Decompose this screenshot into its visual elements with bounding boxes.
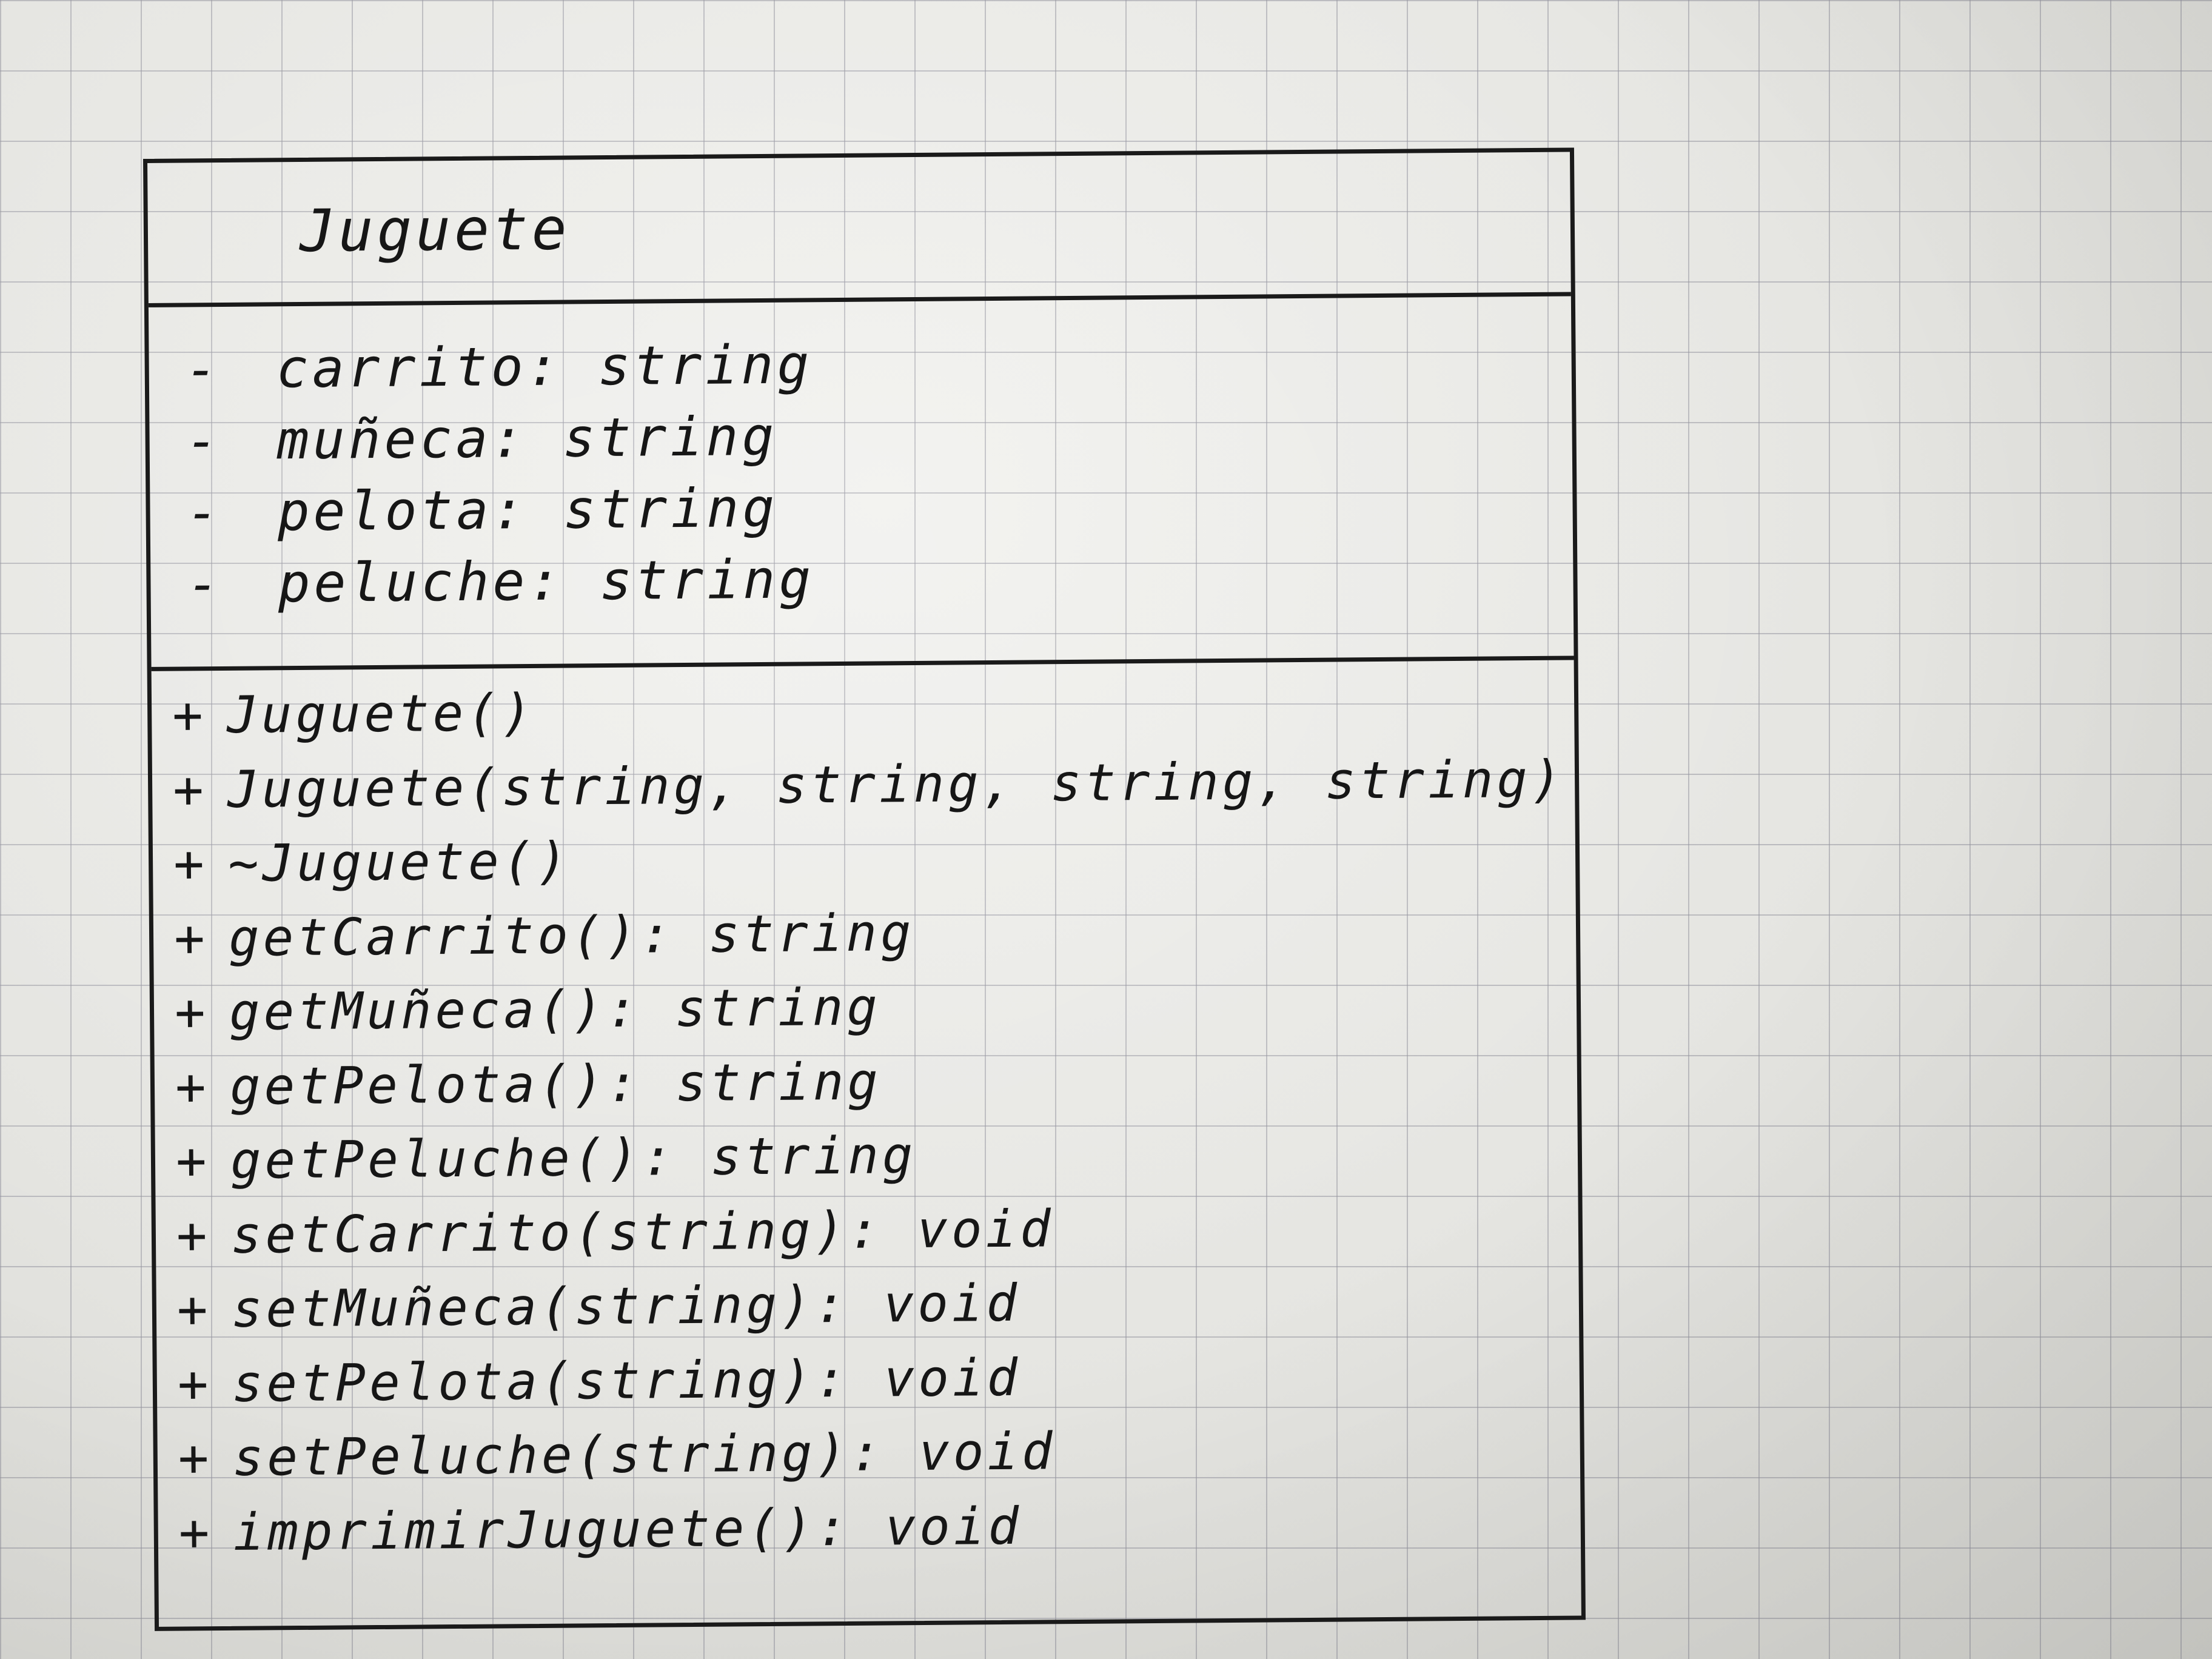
- visibility-marker: +: [177, 1353, 212, 1414]
- operation-text: ~Juguete(): [227, 831, 572, 893]
- operation-text: getCarrito(): string: [228, 902, 915, 968]
- attribute-row: - muñeca: string: [186, 395, 1572, 477]
- attribute-row: - carrito: string: [185, 323, 1572, 406]
- attributes-compartment: - carrito: string - muñeca: string - pelota…: [148, 296, 1574, 671]
- attribute-text: muñeca: string: [276, 404, 778, 472]
- operation-text: getMuñeca(): string: [229, 977, 882, 1042]
- visibility-marker: +: [173, 834, 209, 894]
- visibility-marker: +: [176, 1279, 212, 1339]
- visibility-marker: -: [185, 338, 222, 401]
- visibility-marker: +: [175, 1131, 210, 1191]
- operation-text: setPelota(string): void: [232, 1347, 1022, 1413]
- visibility-marker: -: [187, 552, 223, 615]
- operation-text: setMuñeca(string): void: [231, 1273, 1021, 1339]
- operation-text: setPeluche(string): void: [232, 1421, 1056, 1487]
- operation-text: imprimirJuguete(): void: [233, 1496, 1023, 1562]
- visibility-marker: +: [173, 908, 209, 968]
- attribute-text: pelota: string: [277, 476, 779, 543]
- attribute-text: peluche: string: [278, 548, 815, 615]
- visibility-marker: +: [178, 1428, 213, 1488]
- attribute-row: - peluche: string: [187, 537, 1574, 620]
- class-name: Juguete: [299, 195, 571, 265]
- operation-row: + imprimirJuguete(): void: [178, 1484, 1581, 1570]
- uml-class-box: Juguete - carrito: string - muñeca: string…: [143, 147, 1586, 1631]
- operation-text: getPeluche(): string: [230, 1125, 917, 1190]
- visibility-marker: +: [172, 685, 207, 745]
- operation-row: + Juguete(string, string, string, string): [173, 742, 1575, 827]
- operation-row: + setPelota(string): void: [177, 1336, 1580, 1421]
- operation-text: Juguete(string, string, string, string): [227, 749, 1566, 819]
- class-name-compartment: Juguete: [147, 152, 1571, 307]
- operation-row: + setMuñeca(string): void: [176, 1261, 1579, 1347]
- visibility-marker: -: [186, 480, 223, 544]
- attribute-text: carrito: string: [276, 333, 813, 400]
- operation-row: + getPelota(): string: [175, 1039, 1578, 1124]
- visibility-marker: +: [172, 759, 208, 820]
- operations-compartment: + Juguete() + Juguete(string, string, stri…: [152, 660, 1581, 1569]
- operation-row: + Juguete(): [172, 667, 1575, 752]
- operation-row: + setCarrito(string): void: [176, 1187, 1578, 1273]
- attribute-row: - pelota: string: [186, 466, 1573, 549]
- visibility-marker: +: [175, 1056, 210, 1117]
- operation-row: + getCarrito(): string: [174, 890, 1577, 976]
- visibility-marker: +: [178, 1502, 213, 1563]
- visibility-marker: +: [176, 1205, 211, 1265]
- operation-row: + getPeluche(): string: [176, 1113, 1578, 1198]
- visibility-marker: +: [174, 982, 210, 1042]
- visibility-marker: -: [186, 409, 223, 472]
- operation-row: + setPeluche(string): void: [178, 1410, 1580, 1495]
- operation-text: Juguete(): [226, 682, 536, 745]
- operation-text: getPelota(): string: [229, 1051, 882, 1116]
- operation-text: setCarrito(string): void: [230, 1198, 1055, 1265]
- operation-row: + getMuñeca(): string: [175, 964, 1577, 1050]
- operation-row: + ~Juguete(): [173, 816, 1576, 901]
